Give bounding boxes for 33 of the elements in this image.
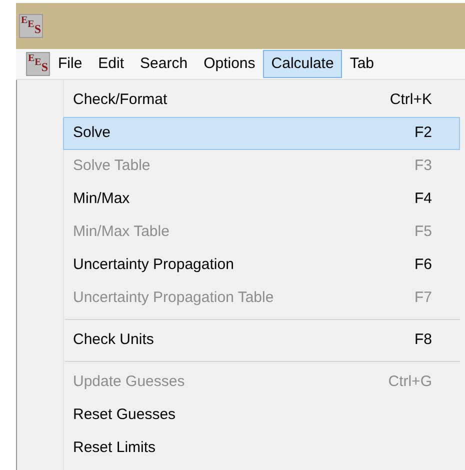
menu-bar-item[interactable]: File xyxy=(50,50,90,78)
menu-bar-item[interactable]: Edit xyxy=(90,50,132,78)
menu-item-label: Solve Table xyxy=(73,156,150,176)
menu-bar-item[interactable]: Search xyxy=(132,50,196,78)
menu-item[interactable]: Min/Max F4 xyxy=(63,183,460,216)
menu-bar-item[interactable]: Calculate xyxy=(263,50,342,78)
menu-item[interactable]: Check Units F8 xyxy=(63,324,460,357)
menu-item-label: Uncertainty Propagation Table xyxy=(73,288,274,308)
shortcut-label: F7 xyxy=(414,288,432,308)
menu-item-label: Uncertainty Propagation xyxy=(73,255,234,276)
menu-item-label: Check/Format xyxy=(73,90,168,110)
shortcut-label: F5 xyxy=(414,222,432,242)
menu-item[interactable]: Check/Format Ctrl+K xyxy=(63,84,460,117)
menu-item[interactable]: Reset Limits xyxy=(63,432,460,465)
shortcut-label: Ctrl+K xyxy=(390,90,432,110)
shortcut-label: F2 xyxy=(414,123,432,144)
menu-bar-item[interactable]: Options xyxy=(196,50,264,78)
shortcut-label: F6 xyxy=(414,255,432,276)
menu-item[interactable]: Solve F2 xyxy=(63,117,460,150)
menu-item-label: Solve xyxy=(73,123,111,144)
menu-item-label: Check Units xyxy=(73,330,154,350)
shortcut-label: F3 xyxy=(414,156,432,176)
menu-item-label: Reset Guesses xyxy=(73,405,176,426)
menu-item-label: Reset Limits xyxy=(73,438,156,458)
menu-bar-item[interactable]: Tab xyxy=(342,50,382,78)
shortcut-label: F4 xyxy=(414,189,432,210)
shortcut-label: Ctrl+G xyxy=(388,372,432,392)
menu-item[interactable]: Uncertainty Propagation F6 xyxy=(63,249,460,282)
menu-item[interactable]: Reset Guesses xyxy=(63,399,460,432)
menu-item-label: Min/Max Table xyxy=(73,222,170,242)
menu-item-label: Update Guesses xyxy=(73,372,185,392)
menu-item-label: Min/Max xyxy=(73,189,130,210)
shortcut-label: F8 xyxy=(414,330,432,350)
